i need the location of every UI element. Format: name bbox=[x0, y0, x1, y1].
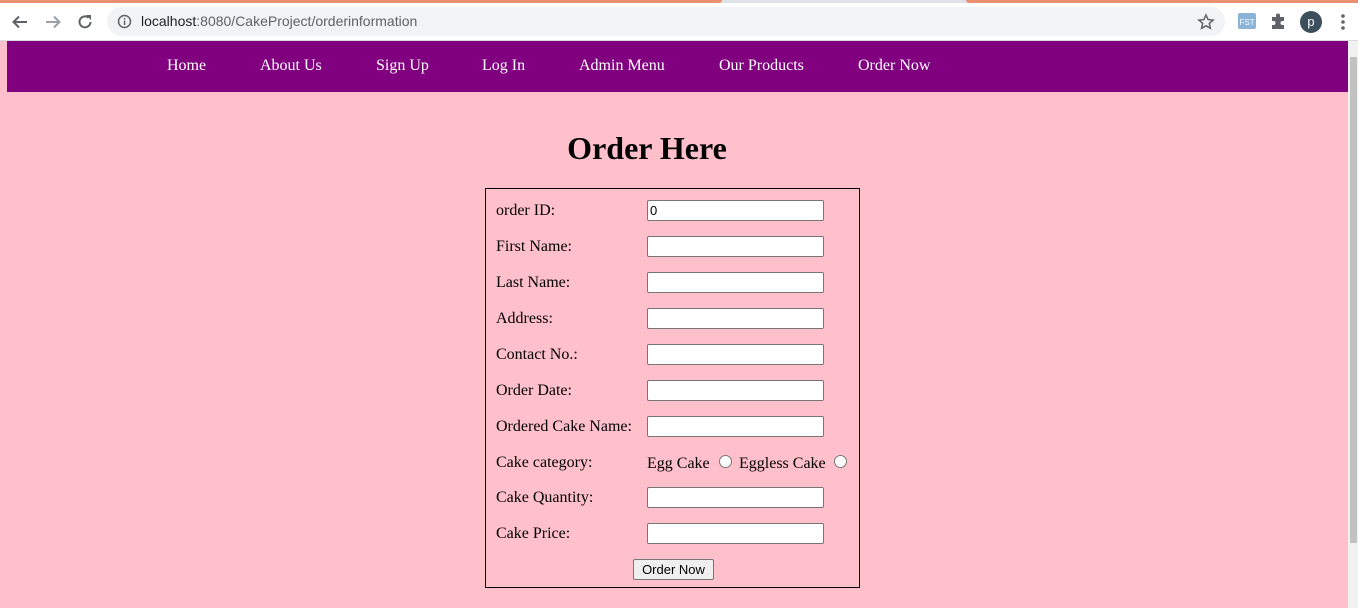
svg-text:FST: FST bbox=[1239, 18, 1254, 27]
contact-input[interactable] bbox=[647, 344, 824, 365]
bookmark-star-icon[interactable] bbox=[1197, 13, 1215, 31]
nav-admin-menu[interactable]: Admin Menu bbox=[579, 57, 665, 75]
order-id-input[interactable] bbox=[647, 200, 824, 221]
page-scrollbar[interactable] bbox=[1348, 41, 1358, 608]
extension-fst-icon[interactable]: FST bbox=[1237, 11, 1257, 31]
nav-sign-up[interactable]: Sign Up bbox=[376, 57, 429, 75]
order-date-label: Order Date: bbox=[496, 382, 572, 399]
profile-avatar[interactable]: p bbox=[1300, 11, 1322, 33]
order-id-label: order ID: bbox=[496, 202, 556, 219]
cake-name-input[interactable] bbox=[647, 416, 824, 437]
page-title: Order Here bbox=[567, 130, 727, 166]
cake-category-label: Cake category: bbox=[496, 454, 593, 471]
cake-price-label: Cake Price: bbox=[496, 525, 571, 542]
contact-label: Contact No.: bbox=[496, 346, 578, 363]
back-icon[interactable] bbox=[7, 9, 33, 35]
address-input[interactable] bbox=[647, 308, 824, 329]
eggless-cake-label: Eggless Cake bbox=[739, 455, 826, 472]
last-name-label: Last Name: bbox=[496, 274, 571, 291]
reload-icon[interactable] bbox=[72, 9, 98, 35]
order-form: order ID: First Name: Last Name: Address… bbox=[485, 188, 860, 588]
cake-quantity-input[interactable] bbox=[647, 487, 824, 508]
url-host: localhost bbox=[141, 13, 197, 29]
main-navbar: Home About Us Sign Up Log In Admin Menu … bbox=[7, 41, 1348, 92]
cake-quantity-label: Cake Quantity: bbox=[496, 489, 594, 506]
egg-cake-label: Egg Cake bbox=[647, 455, 710, 472]
first-name-label: First Name: bbox=[496, 238, 572, 255]
site-info-icon[interactable] bbox=[117, 14, 132, 29]
nav-order-now[interactable]: Order Now bbox=[858, 57, 930, 75]
address-label: Address: bbox=[496, 310, 553, 327]
eggless-cake-radio[interactable] bbox=[834, 455, 847, 468]
order-now-button[interactable]: Order Now bbox=[633, 559, 714, 580]
egg-cake-radio[interactable] bbox=[719, 455, 732, 468]
order-date-input[interactable] bbox=[647, 380, 824, 401]
browser-toolbar: localhost:8080/CakeProject/orderinformat… bbox=[0, 3, 1358, 41]
extensions-puzzle-icon[interactable] bbox=[1268, 11, 1288, 31]
cake-price-input[interactable] bbox=[647, 523, 824, 544]
last-name-input[interactable] bbox=[647, 272, 824, 293]
address-bar[interactable]: localhost:8080/CakeProject/orderinformat… bbox=[107, 7, 1225, 36]
page-viewport: Home About Us Sign Up Log In Admin Menu … bbox=[0, 41, 1358, 608]
first-name-input[interactable] bbox=[647, 236, 824, 257]
scrollbar-thumb[interactable] bbox=[1350, 57, 1357, 543]
menu-kebab-icon[interactable] bbox=[1336, 11, 1350, 33]
url-text: localhost:8080/CakeProject/orderinformat… bbox=[141, 13, 417, 29]
nav-about-us[interactable]: About Us bbox=[260, 57, 322, 75]
nav-home[interactable]: Home bbox=[167, 57, 206, 75]
cake-name-label: Ordered Cake Name: bbox=[496, 418, 632, 435]
nav-log-in[interactable]: Log In bbox=[482, 57, 525, 75]
nav-our-products[interactable]: Our Products bbox=[719, 57, 804, 75]
url-path: :8080/CakeProject/orderinformation bbox=[196, 13, 418, 29]
forward-icon[interactable] bbox=[40, 9, 66, 35]
